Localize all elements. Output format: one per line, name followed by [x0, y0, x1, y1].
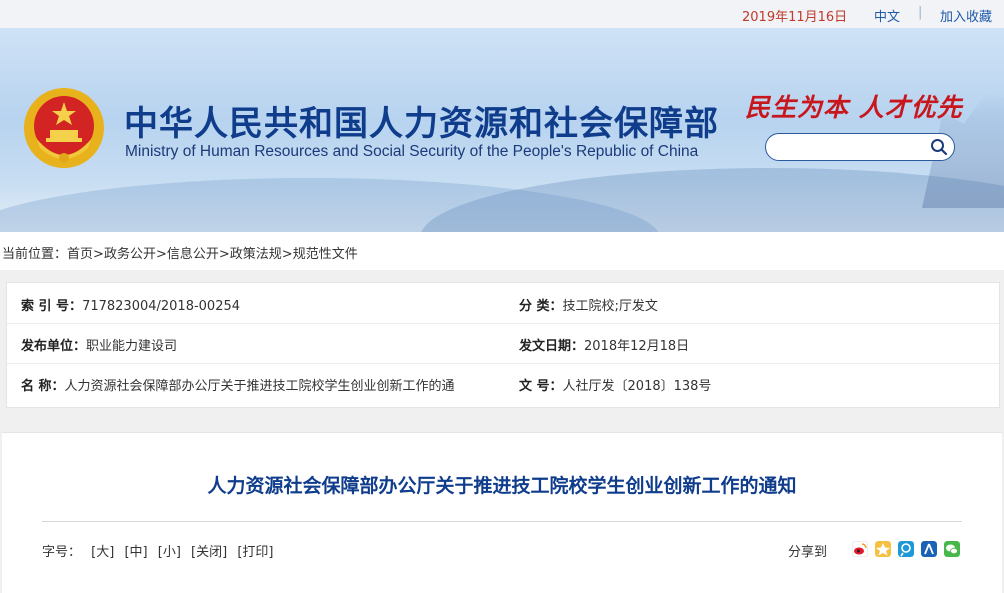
meta-category-value: 技工院校;厅发文 — [562, 299, 658, 314]
meta-row-index: 索 引 号：717823004/2018-00254 分 类：技工院校;厅发文 — [7, 283, 999, 324]
meta-doc-number: 文 号：人社厅发〔2018〕138号 — [519, 375, 711, 394]
breadcrumb-sep: > — [155, 247, 167, 262]
meta-name: 名 称：人力资源社会保障部办公厅关于推进技工院校学生创业创新工作的通 — [21, 375, 455, 394]
wechat-icon[interactable] — [944, 541, 960, 557]
ministry-title-cn: 中华人民共和国人力资源和社会保障部 — [124, 104, 719, 144]
qzone-icon[interactable] — [875, 541, 891, 557]
article-panel: 人力资源社会保障部办公厅关于推进技工院校学生创业创新工作的通知 字号： [大] … — [2, 432, 1002, 593]
breadcrumb-policy[interactable]: 政策法规 — [230, 247, 282, 262]
topbar-separator: | — [918, 5, 923, 20]
close-button[interactable]: [关闭] — [191, 545, 227, 560]
font-medium-button[interactable]: [中] — [124, 545, 147, 560]
ministry-title-en: Ministry of Human Resources and Social S… — [125, 143, 699, 160]
breadcrumb-info-public[interactable]: 信息公开 — [167, 247, 219, 262]
meta-category: 分 类：技工院校;厅发文 — [519, 295, 658, 314]
share-label: 分享到 — [788, 545, 828, 560]
font-large-button[interactable]: [大] — [91, 545, 114, 560]
article-title: 人力资源社会保障部办公厅关于推进技工院校学生创业创新工作的通知 — [207, 475, 797, 497]
meta-date-label: 发文日期： — [519, 339, 585, 354]
meta-doc-value: 人社厅发〔2018〕138号 — [562, 379, 712, 394]
breadcrumb-sep: > — [93, 247, 104, 262]
font-size-label: 字号： — [42, 545, 82, 560]
breadcrumb: 当前位置：首页>政务公开>信息公开>政策法规>规范性文件 — [2, 243, 358, 262]
search-input[interactable] — [778, 138, 932, 158]
search-box — [765, 133, 955, 161]
weibo-icon[interactable] — [852, 541, 868, 557]
header-banner: 中华人民共和国人力资源和社会保障部 Ministry of Human Reso… — [0, 28, 1004, 232]
top-bar: 2019年11月16日 中文 | 加入收藏 — [0, 0, 1004, 28]
current-date: 2019年11月16日 — [742, 10, 848, 25]
meta-date: 发文日期：2018年12月18日 — [519, 335, 689, 354]
meta-issuer: 发布单位：职业能力建设司 — [21, 335, 177, 354]
font-small-button[interactable]: [小] — [158, 545, 181, 560]
breadcrumb-sep: > — [281, 247, 293, 262]
meta-name-value: 人力资源社会保障部办公厅关于推进技工院校学生创业创新工作的通 — [64, 379, 455, 394]
font-size-controls: 字号： [大] [中] [小] [关闭] [打印] — [42, 541, 274, 560]
breadcrumb-normative-docs[interactable]: 规范性文件 — [293, 247, 358, 262]
meta-row-issuer: 发布单位：职业能力建设司 发文日期：2018年12月18日 — [7, 323, 999, 364]
document-meta-table: 索 引 号：717823004/2018-00254 分 类：技工院校;厅发文 … — [6, 282, 1000, 408]
breadcrumb-sep: > — [218, 247, 230, 262]
meta-date-value: 2018年12月18日 — [584, 339, 690, 354]
meta-issuer-value: 职业能力建设司 — [86, 339, 178, 354]
breadcrumb-home[interactable]: 首页 — [67, 247, 93, 262]
search-icon[interactable] — [930, 138, 948, 156]
renren-icon[interactable] — [921, 541, 937, 557]
breadcrumb-prefix: 当前位置： — [2, 247, 68, 262]
breadcrumb-gov-affairs[interactable]: 政务公开 — [104, 247, 156, 262]
slogan-text: 民生为本 人才优先 — [745, 93, 963, 122]
add-favorite-link[interactable]: 加入收藏 — [940, 6, 992, 25]
meta-name-label: 名 称： — [21, 379, 65, 394]
meta-doc-label: 文 号： — [519, 379, 563, 394]
meta-index-value: 717823004/2018-00254 — [82, 299, 241, 314]
print-button[interactable]: [打印] — [237, 545, 273, 560]
meta-index: 索 引 号：717823004/2018-00254 — [21, 295, 240, 314]
national-emblem-icon — [24, 88, 104, 168]
article-divider — [42, 521, 962, 522]
meta-index-label: 索 引 号： — [21, 299, 83, 314]
language-link[interactable]: 中文 — [874, 6, 900, 25]
breadcrumb-bar: 当前位置：首页>政务公开>信息公开>政策法规>规范性文件 — [0, 232, 1004, 270]
meta-issuer-label: 发布单位： — [21, 339, 87, 354]
meta-row-name: 名 称：人力资源社会保障部办公厅关于推进技工院校学生创业创新工作的通 文 号：人… — [7, 363, 999, 403]
banner-mountain-right — [420, 168, 1004, 232]
tencent-weibo-icon[interactable] — [898, 541, 914, 557]
meta-category-label: 分 类： — [519, 299, 563, 314]
